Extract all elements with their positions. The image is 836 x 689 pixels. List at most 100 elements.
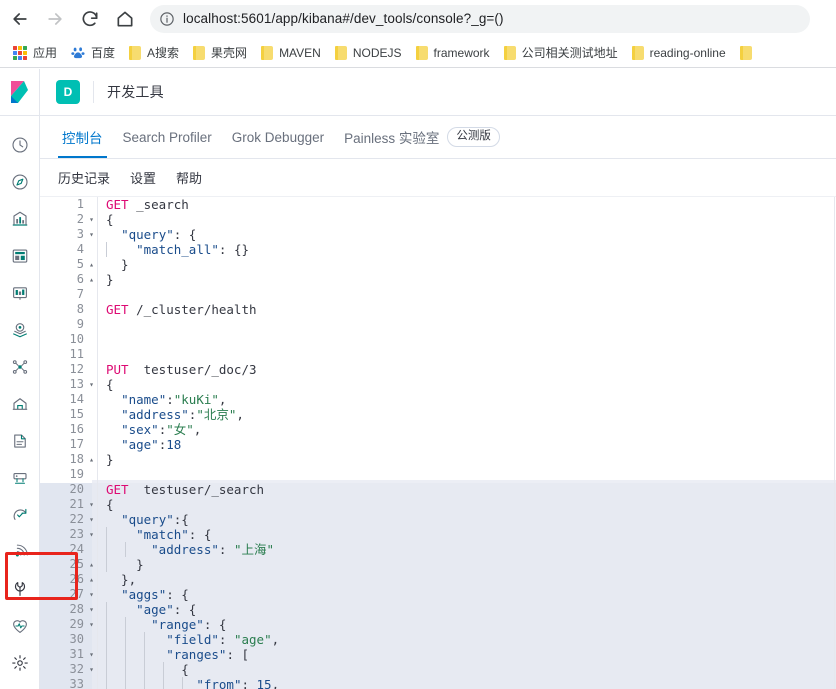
fold-toggle-icon[interactable]: ▴ [86, 257, 97, 272]
management-icon[interactable] [0, 644, 40, 681]
bookmark-folder-framework[interactable]: framework [410, 41, 496, 65]
bookmark-folder-nodejs[interactable]: NODEJS [329, 41, 408, 65]
code-line[interactable]: 1 GET _search [40, 197, 836, 212]
forward-button[interactable] [40, 4, 70, 34]
infrastructure-icon[interactable] [0, 385, 40, 422]
tab-search-profiler[interactable]: Search Profiler [113, 116, 222, 158]
code-line[interactable]: 16 "sex":"女", [40, 422, 836, 437]
bookmark-folder-company-test[interactable]: 公司相关测试地址 [498, 41, 624, 65]
settings-button[interactable]: 设置 [124, 164, 162, 191]
fold-toggle-icon[interactable]: ▾ [86, 497, 97, 512]
fold-toggle-icon[interactable]: ▴ [86, 272, 97, 287]
canvas-icon[interactable] [0, 274, 40, 311]
fold-toggle-icon[interactable]: ▾ [86, 512, 97, 527]
help-button[interactable]: 帮助 [170, 164, 208, 191]
bookmark-folder-asearch[interactable]: A搜索 [123, 41, 185, 65]
tab-console[interactable]: 控制台 [52, 116, 113, 158]
code-line[interactable]: 3 ▾ "query": { [40, 227, 836, 242]
code-line[interactable]: 22 ▾ "query":{ [40, 512, 836, 527]
apm-icon[interactable] [0, 459, 40, 496]
bookmark-folder-reading-online[interactable]: reading-online [626, 41, 732, 65]
code-line[interactable]: 28 ▾ "age": { [40, 602, 836, 617]
code-line[interactable]: 13 ▾ { [40, 377, 836, 392]
recently-viewed-icon[interactable] [0, 126, 40, 163]
folder-icon [739, 45, 752, 60]
bookmark-folder-overflow[interactable] [734, 41, 758, 65]
code-line[interactable]: 12 PUT testuser/_doc/3 [40, 362, 836, 377]
code-line[interactable]: 18 ▴} [40, 452, 836, 467]
code-line[interactable]: 23 ▾ "match": { [40, 527, 836, 542]
fold-toggle-icon[interactable]: ▾ [86, 227, 97, 242]
code-text: GET _search [106, 197, 189, 212]
code-line[interactable]: 4 "match_all": {} [40, 242, 836, 257]
dashboard-icon[interactable] [0, 237, 40, 274]
code-line[interactable]: 14 "name":"kuKi", [40, 392, 836, 407]
bookmark-baidu[interactable]: 百度 [65, 41, 121, 65]
line-number: 13 [69, 377, 84, 391]
bookmark-folder-maven[interactable]: MAVEN [255, 41, 327, 65]
fold-toggle-icon[interactable]: ▴ [86, 452, 97, 467]
code-line[interactable]: 6 ▴} [40, 272, 836, 287]
dev-tools-icon[interactable] [0, 570, 40, 607]
maps-icon[interactable] [0, 311, 40, 348]
fold-toggle-icon[interactable]: ▾ [86, 377, 97, 392]
line-number: 7 [76, 287, 84, 301]
reload-button[interactable] [75, 4, 105, 34]
code-line[interactable]: 20 GET testuser/_search [40, 482, 836, 497]
fold-toggle-icon[interactable]: ▴ [86, 557, 97, 572]
fold-toggle-icon[interactable]: ▾ [86, 527, 97, 542]
code-line[interactable]: 8 GET /_cluster/health [40, 302, 836, 317]
address-bar[interactable]: localhost:5601/app/kibana#/dev_tools/con… [150, 5, 810, 33]
code-line[interactable]: 26 ▴ }, [40, 572, 836, 587]
back-button[interactable] [5, 4, 35, 34]
code-line[interactable]: 17 "age":18 [40, 437, 836, 452]
bookmark-folder-guokr[interactable]: 果壳网 [187, 41, 253, 65]
code-text: { [106, 377, 114, 392]
code-lines[interactable]: 1 GET _search 2 ▾{3 ▾ "query": {4 "match_all… [40, 197, 836, 689]
folder-icon [415, 45, 428, 60]
code-line[interactable]: 10 [40, 332, 836, 347]
code-line[interactable]: 31 ▾ "ranges": [ [40, 647, 836, 662]
kibana-logo[interactable] [0, 68, 40, 116]
bookmark-apps[interactable]: 应用 [7, 41, 63, 65]
fold-toggle-icon[interactable]: ▾ [86, 602, 97, 617]
fold-toggle-icon[interactable]: ▾ [86, 212, 97, 227]
visualize-icon[interactable] [0, 200, 40, 237]
fold-toggle-icon[interactable]: ▴ [86, 572, 97, 587]
code-line[interactable]: 15 "address":"北京", [40, 407, 836, 422]
fold-toggle-icon[interactable]: ▾ [86, 662, 97, 677]
fold-toggle-icon[interactable]: ▾ [86, 587, 97, 602]
tab-label: Search Profiler [122, 129, 212, 145]
line-number: 25 [69, 557, 84, 571]
machine-learning-icon[interactable] [0, 348, 40, 385]
code-line[interactable]: 24 "address": "上海" [40, 542, 836, 557]
code-line[interactable]: 2 ▾ { [40, 212, 836, 227]
siem-icon[interactable] [0, 533, 40, 570]
code-line[interactable]: 33 "from": 15, [40, 677, 836, 689]
logs-icon[interactable] [0, 422, 40, 459]
page-info-icon[interactable] [159, 11, 175, 27]
code-line[interactable]: 19 [40, 467, 836, 482]
code-line[interactable]: 27 ▾ "aggs": { [40, 587, 836, 602]
monitoring-icon[interactable] [0, 607, 40, 644]
code-line[interactable]: 29 ▾ "range": { [40, 617, 836, 632]
indent-guide [144, 677, 145, 689]
code-line[interactable]: 32 ▾ { [40, 662, 836, 677]
home-button[interactable] [110, 4, 140, 34]
tab-grok-debugger[interactable]: Grok Debugger [222, 116, 334, 158]
code-line[interactable]: 7 [40, 287, 836, 302]
code-line[interactable]: 9 [40, 317, 836, 332]
discover-icon[interactable] [0, 163, 40, 200]
history-button[interactable]: 历史记录 [52, 164, 116, 191]
console-editor[interactable]: 1 GET _search 2 ▾{3 ▾ "query": {4 "match_all… [40, 197, 836, 689]
code-line[interactable]: 25 ▴ } [40, 557, 836, 572]
code-line[interactable]: 11 [40, 347, 836, 362]
code-line[interactable]: 5 ▴ } [40, 257, 836, 272]
code-line[interactable]: 21 ▾ { [40, 497, 836, 512]
fold-toggle-icon[interactable]: ▾ [86, 617, 97, 632]
editor-right-divider [834, 197, 835, 689]
uptime-icon[interactable] [0, 496, 40, 533]
tab-painless-lab[interactable]: Painless 实验室 公测版 [334, 116, 510, 158]
fold-toggle-icon[interactable]: ▾ [86, 647, 97, 662]
code-line[interactable]: 30 "field": "age", [40, 632, 836, 647]
